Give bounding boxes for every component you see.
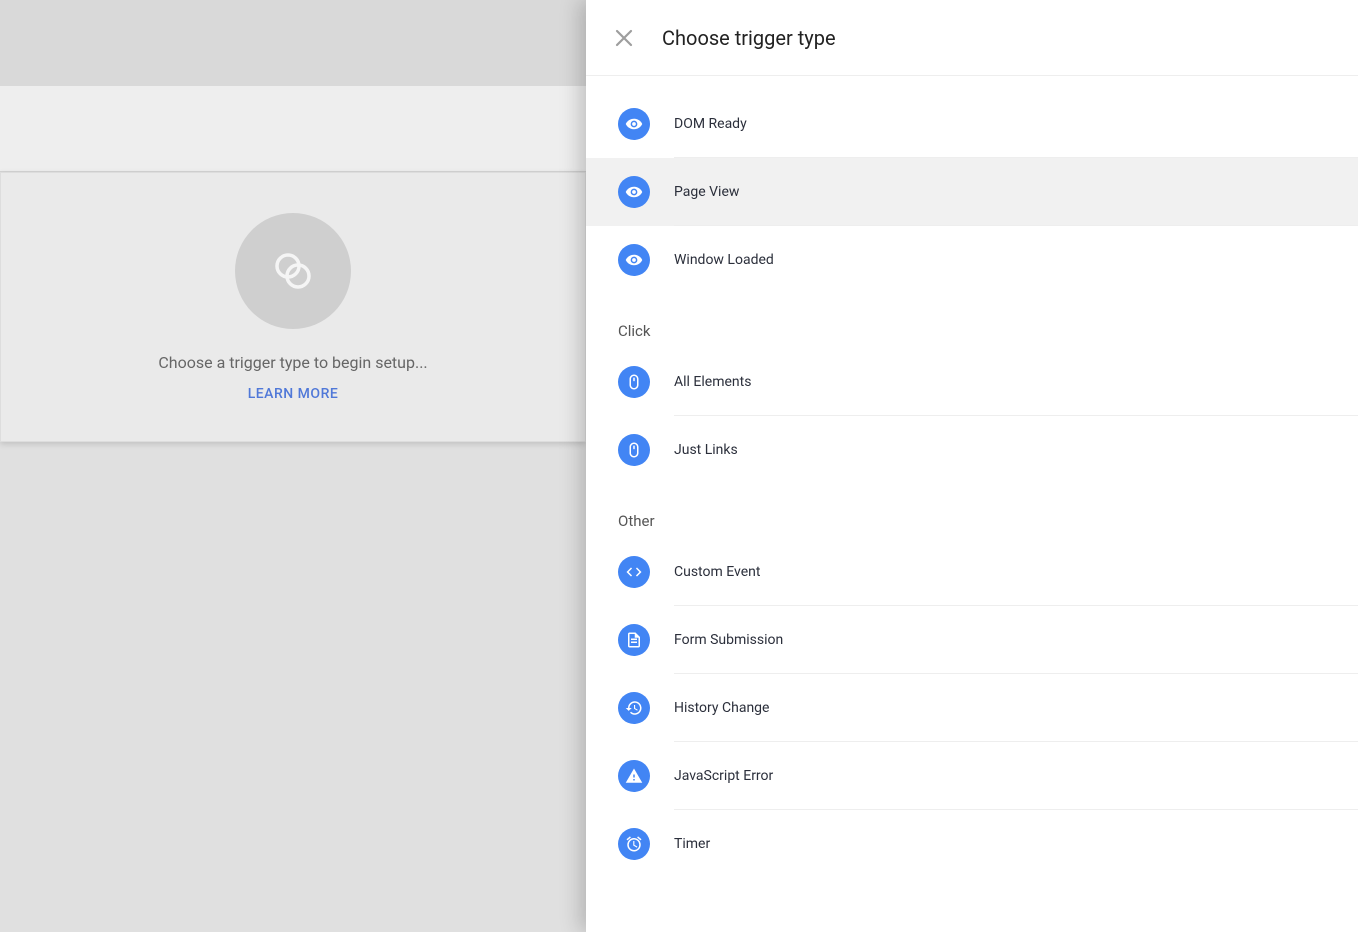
mouse-icon	[618, 366, 650, 398]
trigger-option-form-submission[interactable]: Form Submission	[586, 606, 1358, 674]
trigger-label: Timer	[674, 836, 710, 852]
section-header-click: Click	[586, 294, 1358, 348]
document-icon	[618, 624, 650, 656]
mouse-icon	[618, 434, 650, 466]
history-icon	[618, 692, 650, 724]
trigger-label: History Change	[674, 700, 769, 716]
panel-body: DOM Ready Page View Window Loaded Click All …	[586, 76, 1358, 932]
learn-more-link[interactable]: LEARN MORE	[248, 386, 339, 402]
warning-icon	[618, 760, 650, 792]
trigger-option-window-loaded[interactable]: Window Loaded	[586, 226, 1358, 294]
trigger-label: Window Loaded	[674, 252, 774, 268]
panel-title: Choose trigger type	[662, 26, 836, 50]
trigger-option-dom-ready[interactable]: DOM Ready	[586, 90, 1358, 158]
setup-prompt-text: Choose a trigger type to begin setup...	[158, 353, 427, 372]
trigger-label: JavaScript Error	[674, 768, 773, 784]
trigger-type-panel: Choose trigger type DOM Ready Page View Wi…	[586, 0, 1358, 932]
trigger-option-timer[interactable]: Timer	[586, 810, 1358, 878]
panel-header: Choose trigger type	[586, 0, 1358, 76]
trigger-label: DOM Ready	[674, 116, 747, 132]
trigger-option-page-view[interactable]: Page View	[586, 158, 1358, 226]
code-icon	[618, 556, 650, 588]
trigger-option-custom-event[interactable]: Custom Event	[586, 538, 1358, 606]
eye-icon	[618, 108, 650, 140]
trigger-label: Custom Event	[674, 564, 760, 580]
trigger-label: Page View	[674, 184, 739, 200]
section-header-other: Other	[586, 484, 1358, 538]
trigger-option-history-change[interactable]: History Change	[586, 674, 1358, 742]
trigger-option-just-links[interactable]: Just Links	[586, 416, 1358, 484]
clock-icon	[618, 828, 650, 860]
eye-icon	[618, 244, 650, 276]
close-icon	[615, 29, 633, 47]
trigger-setup-placeholder-card[interactable]: Choose a trigger type to begin setup... …	[0, 172, 586, 442]
trigger-label: Just Links	[674, 442, 738, 458]
trigger-option-all-elements[interactable]: All Elements	[586, 348, 1358, 416]
eye-icon	[618, 176, 650, 208]
trigger-option-javascript-error[interactable]: JavaScript Error	[586, 742, 1358, 810]
trigger-label: Form Submission	[674, 632, 783, 648]
trigger-placeholder-icon	[235, 213, 351, 329]
close-button[interactable]	[604, 18, 644, 58]
trigger-label: All Elements	[674, 374, 751, 390]
